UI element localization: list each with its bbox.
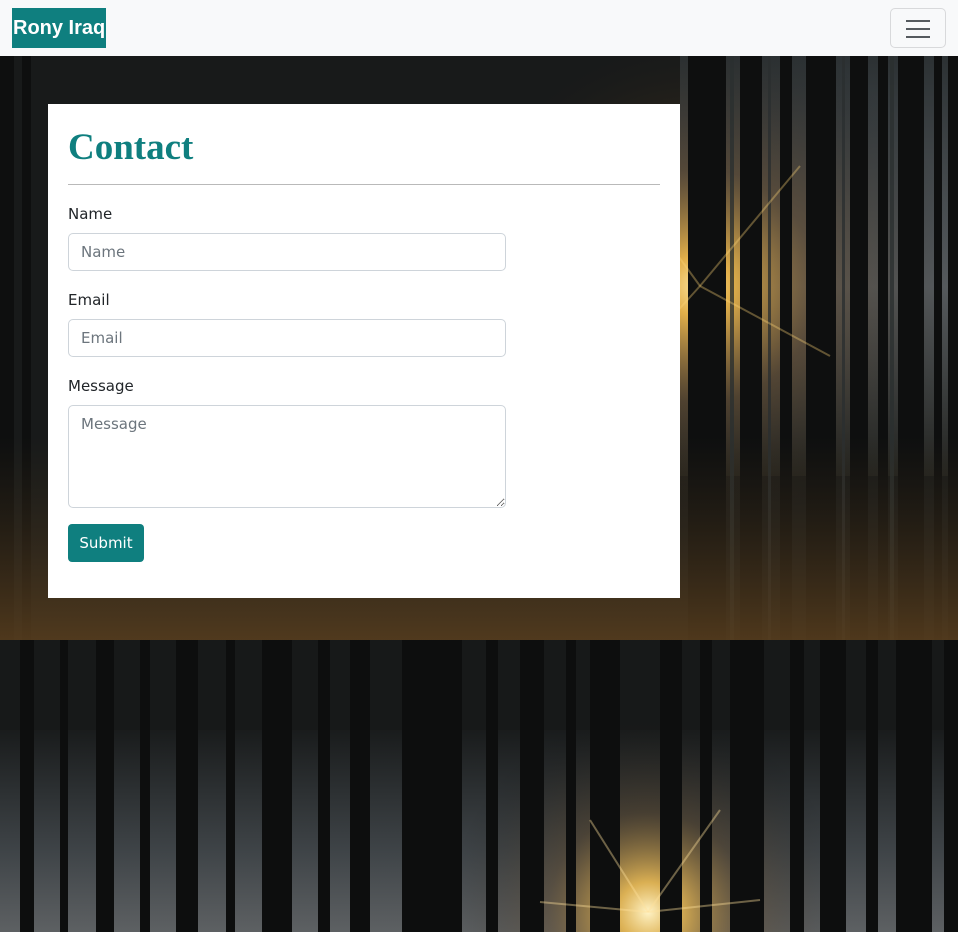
hamburger-menu-icon xyxy=(906,20,930,38)
brand-link[interactable]: Rony Iraq xyxy=(12,8,107,48)
title-divider xyxy=(68,184,660,185)
name-label: Name xyxy=(68,205,113,223)
contact-card: Contact Name Email Message Submit xyxy=(48,104,680,598)
navbar: Rony Iraq xyxy=(0,0,958,56)
navbar-toggler-button[interactable] xyxy=(890,8,946,48)
page-title: Contact xyxy=(68,127,194,168)
email-label: Email xyxy=(68,291,110,309)
forest-background-image-repeat xyxy=(0,640,958,932)
email-input[interactable] xyxy=(68,319,506,357)
name-input[interactable] xyxy=(68,233,506,271)
submit-button[interactable]: Submit xyxy=(68,524,144,562)
message-label: Message xyxy=(68,377,134,395)
message-textarea[interactable] xyxy=(68,405,506,508)
